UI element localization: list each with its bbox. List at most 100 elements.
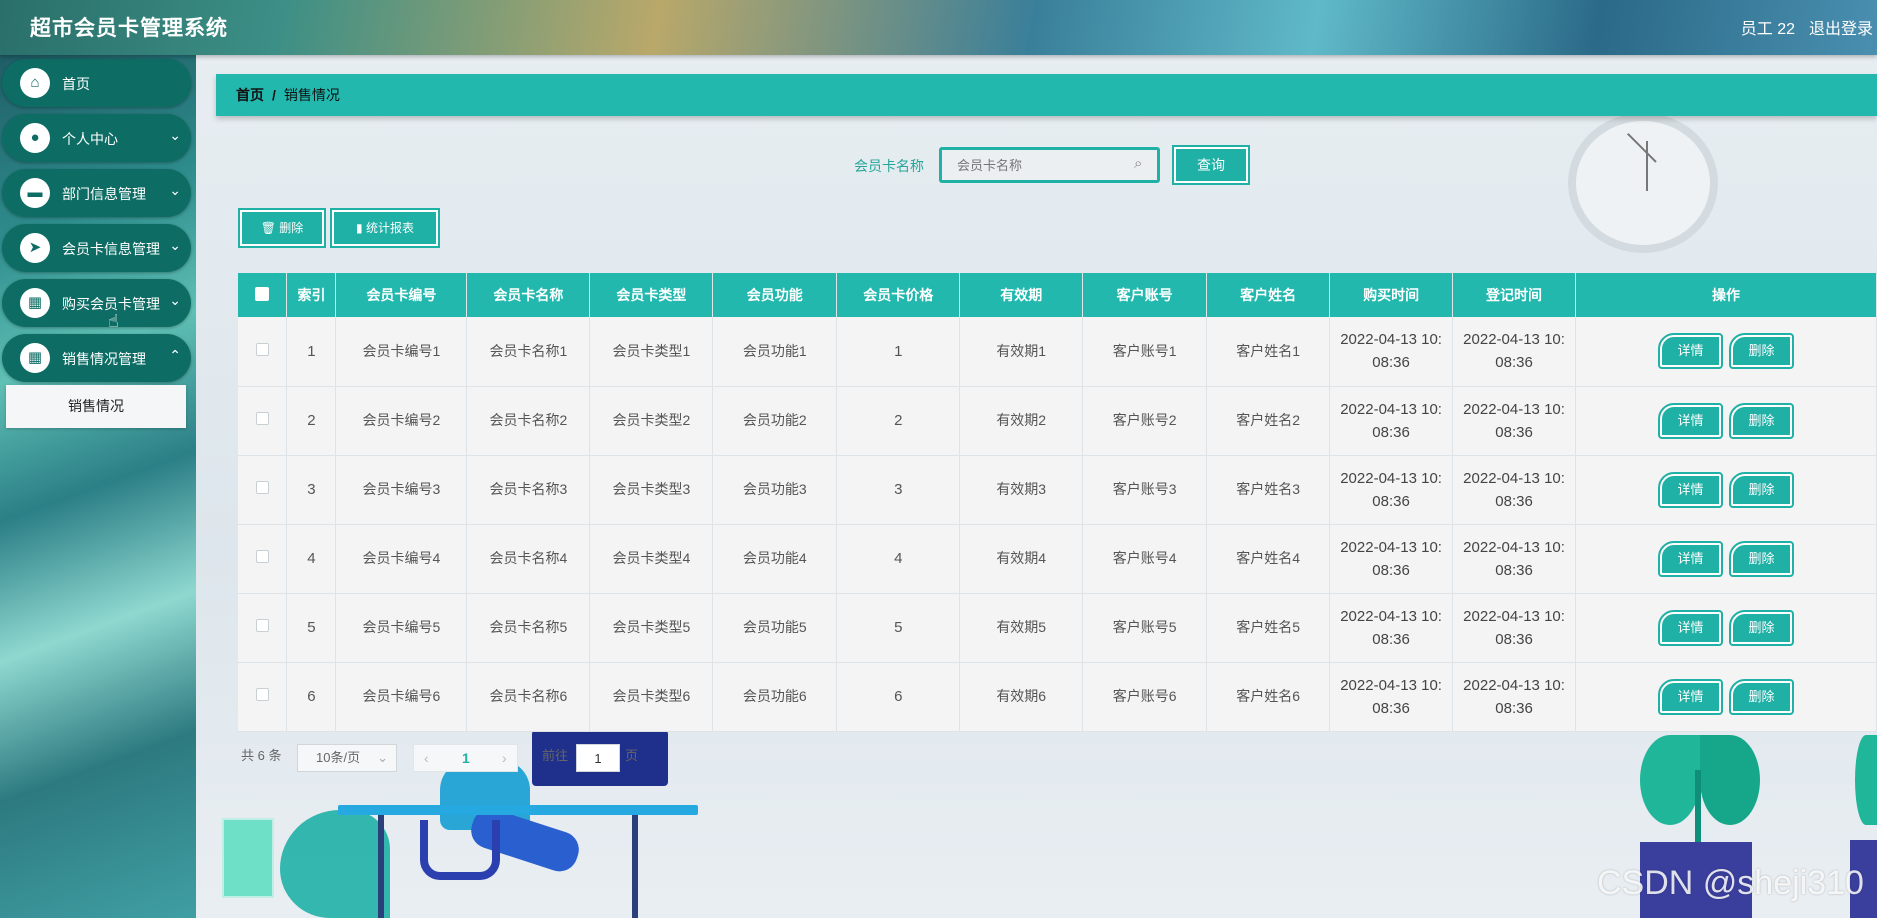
stats-report-button[interactable]: ▮ 统计报表	[330, 208, 440, 248]
plant-stem-illustration	[1695, 770, 1701, 842]
cell-card-no: 会员卡编号6	[335, 662, 468, 732]
search-icon: ⌕	[1134, 155, 1143, 172]
column-header: 客户账号	[1082, 273, 1208, 317]
row-checkbox[interactable]	[255, 412, 269, 425]
cell-card-function: 会员功能1	[712, 317, 838, 387]
column-header: 会员功能	[712, 273, 838, 317]
cell-customer-account: 客户账号6	[1082, 662, 1208, 732]
plant-leaf-illustration	[1700, 735, 1760, 825]
sidebar-item-label: 会员卡信息管理	[62, 241, 160, 257]
cell-valid-period: 有效期6	[959, 662, 1084, 732]
pager: ‹ 1 ›	[413, 744, 518, 772]
cell-card-no: 会员卡编号5	[335, 593, 468, 663]
table-row: 2 会员卡编号2 会员卡名称2 会员卡类型2 会员功能2 2 有效期2 客户账号…	[238, 386, 1877, 456]
detail-button[interactable]: 详情	[1658, 609, 1724, 646]
cell-card-price: 5	[836, 593, 961, 663]
breadcrumb-current: 销售情况	[283, 87, 340, 103]
row-checkbox[interactable]	[255, 688, 269, 701]
next-page-icon[interactable]: ›	[502, 750, 507, 766]
row-checkbox[interactable]	[255, 342, 269, 356]
sidebar-item-home[interactable]: ⌂ 首页	[2, 59, 191, 107]
cell-customer-name: 客户姓名6	[1206, 662, 1331, 732]
sidebar-item-card-info[interactable]: ➤ 会员卡信息管理 ⌄	[2, 224, 191, 272]
sidebar-item-buy-card[interactable]: ▦ 购买会员卡管理 ⌄	[2, 279, 191, 327]
table-row: 5 会员卡编号5 会员卡名称5 会员卡类型5 会员功能5 5 有效期5 客户账号…	[238, 593, 1877, 663]
submenu-sales-status[interactable]: 销售情况	[6, 385, 186, 428]
buy-date: 2022-04-13 10:	[1340, 400, 1442, 418]
delete-button[interactable]: 删除	[1729, 333, 1795, 370]
register-date: 2022-04-13 10:	[1463, 676, 1565, 694]
cell-register-time: 2022-04-13 10: 08:36	[1452, 662, 1577, 732]
cell-valid-period: 有效期4	[959, 524, 1084, 594]
watermark: CSDN @sheji310	[1597, 864, 1864, 902]
detail-button[interactable]: 详情	[1658, 471, 1724, 508]
goto-page-input[interactable]	[576, 744, 620, 772]
current-page[interactable]: 1	[462, 750, 470, 766]
cell-card-no: 会员卡编号4	[335, 524, 468, 594]
cell-buy-time: 2022-04-13 10: 08:36	[1329, 455, 1454, 525]
search-input[interactable]	[939, 147, 1160, 183]
table-row: 6 会员卡编号6 会员卡名称6 会员卡类型6 会员功能6 6 有效期6 客户账号…	[238, 662, 1877, 732]
sidebar-item-sales[interactable]: ▦ 销售情况管理 ⌃	[2, 334, 191, 382]
home-icon: ⌂	[20, 68, 50, 98]
buy-time: 08:36	[1372, 423, 1410, 441]
detail-button[interactable]: 详情	[1658, 540, 1724, 577]
row-checkbox[interactable]	[255, 619, 269, 632]
cell-index: 4	[286, 524, 337, 594]
row-checkbox[interactable]	[255, 550, 269, 563]
cell-customer-account: 客户账号2	[1082, 386, 1208, 456]
cell-register-time: 2022-04-13 10: 08:36	[1452, 455, 1577, 525]
batch-delete-button[interactable]: 🗑 删除	[238, 208, 326, 248]
cell-card-function: 会员功能2	[712, 386, 838, 456]
buy-date: 2022-04-13 10:	[1340, 607, 1442, 625]
column-header: 登记时间	[1452, 273, 1577, 317]
page-size-select[interactable]: 10条/页 ⌄	[297, 744, 397, 772]
register-date: 2022-04-13 10:	[1463, 607, 1565, 625]
buy-date: 2022-04-13 10:	[1340, 676, 1442, 694]
table-row: 4 会员卡编号4 会员卡名称4 会员卡类型4 会员功能4 4 有效期4 客户账号…	[238, 524, 1877, 594]
query-button[interactable]: 查询	[1172, 145, 1250, 185]
cell-card-function: 会员功能4	[712, 524, 838, 594]
cell-buy-time: 2022-04-13 10: 08:36	[1329, 386, 1454, 456]
grid-icon: ▦	[20, 343, 50, 373]
logout-link[interactable]: 退出登录	[1809, 15, 1873, 39]
cell-customer-account: 客户账号3	[1082, 455, 1208, 525]
register-date: 2022-04-13 10:	[1463, 469, 1565, 487]
delete-button[interactable]: 删除	[1729, 540, 1795, 577]
cell-card-name: 会员卡名称5	[466, 593, 591, 663]
goto-label: 前往	[542, 748, 569, 763]
delete-button[interactable]: 删除	[1729, 471, 1795, 508]
detail-button[interactable]: 详情	[1658, 402, 1724, 439]
detail-button[interactable]: 详情	[1658, 678, 1724, 715]
row-checkbox[interactable]	[255, 481, 269, 494]
cell-customer-account: 客户账号4	[1082, 524, 1208, 594]
prev-page-icon[interactable]: ‹	[424, 750, 429, 766]
cell-actions: 详情 删除	[1575, 524, 1877, 594]
desk-leg	[632, 815, 638, 918]
buy-time: 08:36	[1372, 492, 1410, 510]
delete-button[interactable]: 删除	[1729, 402, 1795, 439]
select-all-cell[interactable]	[238, 273, 288, 317]
delete-button[interactable]: 删除	[1729, 678, 1795, 715]
buy-date: 2022-04-13 10:	[1340, 538, 1442, 556]
sidebar-item-department[interactable]: ▬ 部门信息管理 ⌄	[2, 169, 191, 217]
cell-customer-name: 客户姓名5	[1206, 593, 1331, 663]
cell-card-price: 2	[836, 386, 961, 456]
delete-button[interactable]: 删除	[1729, 609, 1795, 646]
cell-buy-time: 2022-04-13 10: 08:36	[1329, 317, 1454, 387]
cell-buy-time: 2022-04-13 10: 08:36	[1329, 524, 1454, 594]
column-header: 会员卡价格	[836, 273, 961, 317]
sidebar-item-personal-center[interactable]: ● 个人中心 ⌄	[2, 114, 191, 162]
select-all-checkbox[interactable]	[255, 286, 270, 301]
breadcrumb-home[interactable]: 首页	[236, 87, 264, 103]
register-time: 08:36	[1495, 561, 1533, 579]
cell-index: 2	[286, 386, 337, 456]
chevron-down-icon: ⌄	[169, 127, 181, 143]
detail-button[interactable]: 详情	[1658, 333, 1724, 370]
user-icon: ●	[20, 123, 50, 153]
breadcrumb: 首页 / 销售情况	[216, 74, 1877, 116]
cell-card-type: 会员卡类型6	[589, 662, 714, 732]
cell-card-type: 会员卡类型1	[589, 317, 714, 387]
cell-card-name: 会员卡名称4	[466, 524, 591, 594]
cell-card-no: 会员卡编号2	[335, 386, 468, 456]
